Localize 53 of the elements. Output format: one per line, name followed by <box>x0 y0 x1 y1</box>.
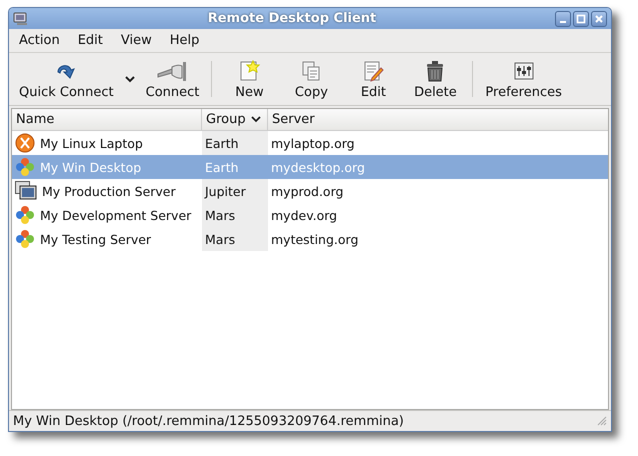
maximize-button[interactable] <box>573 10 589 26</box>
colored-circles-icon <box>15 205 35 225</box>
server-cell: mydesktop.org <box>271 160 365 174</box>
menu-item[interactable]: Edit <box>76 32 105 49</box>
server-cell: myprod.org <box>271 184 344 198</box>
new-button[interactable]: New <box>218 53 280 105</box>
group-cell: Earth <box>205 160 239 174</box>
group-cell: Mars <box>205 232 236 246</box>
quick-connect-button[interactable]: Quick Connect <box>13 53 120 105</box>
x-logo-icon <box>15 133 35 153</box>
resize-grip-icon[interactable] <box>597 416 607 426</box>
sliders-icon <box>512 60 535 82</box>
group-cell: Jupiter <box>205 184 246 198</box>
column-header[interactable]: Server <box>268 109 608 130</box>
window-title: Remote Desktop Client <box>206 11 378 26</box>
group-cell: Mars <box>205 208 236 222</box>
connection-row[interactable]: My Testing Server Mars mytesting.org <box>12 227 608 251</box>
menu-item[interactable]: Action <box>17 32 62 49</box>
computer-icon <box>13 12 29 26</box>
column-header[interactable]: Group <box>202 109 268 130</box>
minimize-button[interactable] <box>555 10 571 26</box>
name-cell: My Win Desktop <box>40 160 142 174</box>
colored-circles-icon <box>15 229 35 249</box>
monitor-icon <box>15 181 37 201</box>
server-cell: mydev.org <box>271 208 338 222</box>
maximize-icon <box>576 14 586 24</box>
connection-row[interactable]: My Development Server Mars mydev.org <box>12 203 608 227</box>
name-cell: My Linux Laptop <box>40 136 143 150</box>
connection-row[interactable]: My Linux Laptop Earth mylaptop.org <box>12 131 608 155</box>
name-cell: My Production Server <box>42 184 176 198</box>
copy-button[interactable]: Copy <box>280 53 342 105</box>
edit-button[interactable]: Edit <box>342 53 404 105</box>
copy-icon <box>300 60 322 82</box>
name-cell: My Development Server <box>40 208 192 222</box>
colored-circles-icon <box>15 157 35 177</box>
server-cell: mylaptop.org <box>271 136 355 150</box>
minimize-icon <box>560 20 566 22</box>
caret-icon <box>124 75 136 83</box>
menu-item[interactable]: View <box>118 32 154 49</box>
menu-item[interactable]: Help <box>168 32 202 49</box>
close-button[interactable] <box>591 10 607 26</box>
server-cell: mytesting.org <box>271 232 358 246</box>
column-header[interactable]: Name <box>12 109 202 130</box>
edit-document-icon <box>362 60 384 82</box>
connect-button[interactable]: Connect <box>140 53 206 105</box>
status-text: My Win Desktop (/root/.remmina/1255093209764.remmina) <box>13 414 404 428</box>
preferences-button[interactable]: Preferences <box>479 53 568 105</box>
connection-row[interactable]: My Production Server Jupiter myprod.org <box>12 179 608 203</box>
close-icon <box>594 14 604 24</box>
group-cell: Earth <box>205 136 239 150</box>
name-cell: My Testing Server <box>40 232 152 246</box>
new-document-icon <box>238 60 260 82</box>
delete-button[interactable]: Delete <box>404 53 466 105</box>
